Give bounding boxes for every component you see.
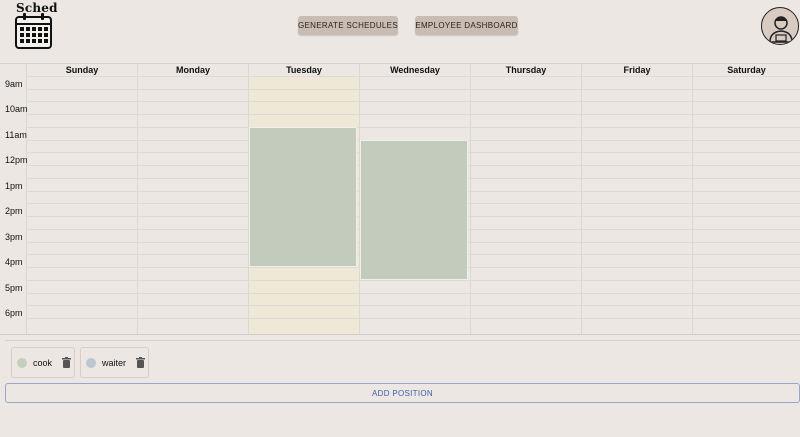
day-header: Saturday — [727, 65, 766, 75]
day-header: Thursday — [505, 65, 547, 75]
time-label: 10am — [5, 104, 28, 114]
day-header: Sunday — [65, 65, 99, 75]
app-logo[interactable]: Sched — [14, 1, 58, 49]
time-label: 2pm — [5, 206, 23, 216]
time-label: 6pm — [5, 308, 23, 318]
day-header: Tuesday — [286, 65, 322, 75]
user-icon — [769, 16, 793, 43]
day-header: Wednesday — [390, 65, 440, 75]
positions-list: cook waiter — [5, 340, 800, 380]
position-name: waiter — [102, 357, 127, 368]
time-label: 12pm — [5, 155, 28, 165]
position-card-waiter[interactable]: waiter — [80, 347, 149, 378]
user-avatar[interactable] — [761, 7, 799, 45]
time-label: 9am — [5, 79, 23, 89]
week-calendar: Sunday Monday Tuesday Wednesday Thursday… — [0, 63, 800, 335]
position-color-dot — [86, 357, 96, 368]
trash-icon[interactable] — [136, 357, 146, 368]
time-label: 11am — [5, 130, 27, 140]
position-color-dot — [17, 357, 27, 368]
day-header: Monday — [175, 65, 210, 75]
position-name: cook — [33, 357, 53, 368]
time-label: 1pm — [5, 181, 23, 191]
calendar-icon — [15, 13, 52, 49]
shift-block[interactable] — [360, 140, 468, 280]
time-label: 3pm — [5, 232, 23, 242]
time-label: 5pm — [5, 283, 23, 293]
add-position-button[interactable]: ADD POSITION — [5, 383, 800, 403]
trash-icon[interactable] — [62, 357, 72, 368]
shift-block[interactable] — [249, 127, 357, 267]
day-header: Friday — [623, 65, 651, 75]
time-label: 4pm — [5, 257, 23, 267]
position-card-cook[interactable]: cook — [11, 347, 75, 378]
generate-schedules-button[interactable]: GENERATE SCHEDULES — [298, 16, 398, 35]
employee-dashboard-button[interactable]: EMPLOYEE DASHBOARD — [415, 16, 518, 35]
